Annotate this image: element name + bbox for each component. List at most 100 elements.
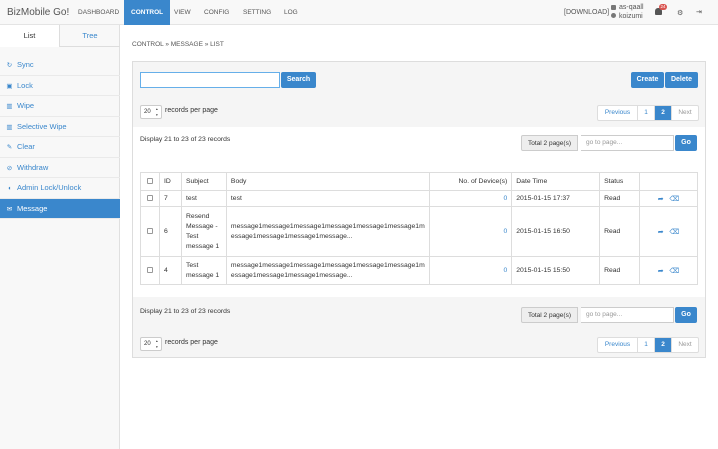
row-actions: ➦ ⌫: [639, 256, 698, 285]
shield-icon: ◖: [7, 185, 12, 192]
table-row[interactable]: 7 test test 0 2015-01-15 17:37 Read ➦ ⌫: [140, 190, 698, 207]
sidebar-item-sync[interactable]: ↻ Sync: [0, 55, 120, 76]
nav-log[interactable]: LOG: [277, 0, 305, 25]
col-id[interactable]: ID: [158, 172, 182, 191]
user-icon: [611, 13, 616, 19]
select-all-checkbox[interactable]: [146, 177, 153, 184]
cell-devices[interactable]: 0: [429, 206, 513, 257]
trash-icon[interactable]: ⌫: [669, 229, 679, 236]
download-link[interactable]: [DOWNLOAD]: [564, 0, 609, 25]
brand-logo[interactable]: BizMobile Go!: [7, 7, 69, 18]
sync-icon: ↻: [6, 62, 13, 69]
row-checkbox[interactable]: [146, 266, 153, 273]
pagination-next[interactable]: Next: [672, 338, 698, 352]
delete-button[interactable]: Delete: [665, 72, 698, 88]
create-button[interactable]: Create: [631, 72, 664, 88]
col-devices[interactable]: No. of Device(s): [429, 172, 513, 191]
trash-icon: ▥: [6, 103, 13, 110]
cell-id: 6: [158, 206, 182, 257]
cell-devices[interactable]: 0: [429, 256, 513, 285]
trash-icon[interactable]: ⌫: [669, 268, 679, 275]
cell-datetime: 2015-01-15 17:37: [511, 190, 601, 207]
go-button-top[interactable]: Go: [675, 135, 697, 151]
sidebar-item-label: Admin Lock/Unlock: [17, 183, 82, 192]
sidebar-item-label: Message: [17, 203, 48, 213]
sidebar-tabs: List Tree: [0, 25, 120, 47]
cell-datetime: 2015-01-15 16:50: [511, 206, 601, 257]
sidebar-item-label: Lock: [17, 80, 33, 90]
top-navbar: BizMobile Go! DASHBOARD CONTROL VIEW CON…: [0, 0, 718, 25]
per-page-label-bottom: records per page: [165, 339, 218, 346]
message-table: ID Subject Body No. of Device(s) Date Ti…: [140, 172, 698, 285]
pagination-previous[interactable]: Previous: [598, 106, 638, 120]
cell-subject: test: [180, 190, 227, 207]
tab-list[interactable]: List: [0, 25, 60, 47]
pagination-page-1[interactable]: 1: [638, 338, 655, 352]
tab-tree[interactable]: Tree: [60, 25, 120, 47]
resend-icon[interactable]: ➦: [658, 229, 664, 236]
per-page-select[interactable]: 20: [140, 105, 162, 119]
goto-page-input-bottom[interactable]: go to page...: [581, 307, 674, 323]
sidebar-item-label: Clear: [17, 142, 35, 151]
row-actions: ➦ ⌫: [639, 190, 698, 207]
breadcrumb: CONTROL » MESSAGE » LIST: [132, 41, 224, 48]
resend-icon[interactable]: ➦: [658, 268, 664, 275]
cell-subject: Test message 1: [180, 256, 227, 285]
logout-icon[interactable]: ⇥: [696, 9, 702, 16]
go-button-bottom[interactable]: Go: [675, 307, 697, 323]
row-checkbox[interactable]: [146, 194, 153, 201]
nav-setting[interactable]: SETTING: [236, 0, 278, 25]
col-status[interactable]: Status: [599, 172, 641, 191]
cell-status: Read: [599, 256, 641, 285]
building-icon: [611, 4, 616, 10]
cell-subject: Resend Message - Test message 1: [180, 206, 227, 257]
sidebar-item-withdraw[interactable]: ⊘ Withdraw: [0, 158, 120, 178]
envelope-icon: ✉: [6, 205, 13, 213]
cell-body: test: [225, 190, 431, 207]
sidebar-item-lock[interactable]: ▣ Lock: [0, 76, 120, 96]
nav-view[interactable]: VIEW: [167, 0, 198, 25]
cell-status: Read: [599, 190, 641, 207]
col-actions: [639, 172, 698, 191]
row-checkbox[interactable]: [146, 227, 153, 234]
cell-id: 4: [158, 256, 182, 285]
table-row[interactable]: 4 Test message 1 message1message1message…: [140, 256, 698, 285]
ban-icon: ⊘: [6, 164, 13, 172]
cell-body: message1message1message1message1message1…: [225, 256, 431, 285]
sidebar-item-label: Selective Wipe: [17, 121, 67, 131]
per-page-select-bottom[interactable]: 20: [140, 337, 162, 351]
sidebar-item-message[interactable]: ✉ Message: [0, 198, 120, 219]
pagination-page-1[interactable]: 1: [638, 106, 655, 120]
table-header-row: ID Subject Body No. of Device(s) Date Ti…: [140, 172, 698, 191]
user-menu[interactable]: as-qaall koizumi: [611, 4, 644, 21]
sidebar-item-selective-wipe[interactable]: ▥ Selective Wipe: [0, 117, 120, 137]
sidebar-item-admin-lock-unlock[interactable]: ◖ Admin Lock/Unlock: [0, 178, 120, 199]
sidebar-menu: ↻ Sync ▣ Lock ▥ Wipe ▥ Selective Wipe ✎ Clear ⊘ Wit…: [0, 55, 120, 219]
goto-page-input-top[interactable]: go to page...: [581, 135, 674, 151]
nav-config[interactable]: CONFIG: [197, 0, 236, 25]
cell-devices[interactable]: 0: [429, 190, 513, 207]
col-datetime[interactable]: Date Time: [511, 172, 601, 191]
pagination-next[interactable]: Next: [672, 106, 698, 120]
search-button[interactable]: Search: [281, 72, 316, 88]
table-row[interactable]: 6 Resend Message - Test message 1 messag…: [140, 206, 698, 257]
sidebar-item-wipe[interactable]: ▥ Wipe: [0, 96, 120, 117]
col-subject[interactable]: Subject: [180, 172, 227, 191]
sidebar-item-clear[interactable]: ✎ Clear: [0, 137, 120, 158]
pagination-page-2[interactable]: 2: [655, 106, 672, 120]
nav-dashboard[interactable]: DASHBOARD: [71, 0, 126, 25]
trash-icon: ▥: [6, 123, 13, 131]
sidebar: List Tree ↻ Sync ▣ Lock ▥ Wipe ▥ Selective Wipe…: [0, 25, 120, 449]
gear-icon[interactable]: ⚙: [677, 10, 683, 17]
resend-icon[interactable]: ➦: [658, 196, 664, 203]
pagination-page-2[interactable]: 2: [655, 338, 672, 352]
col-body[interactable]: Body: [225, 172, 431, 191]
cell-id: 7: [158, 190, 182, 207]
trash-icon[interactable]: ⌫: [669, 196, 679, 203]
cell-status: Read: [599, 206, 641, 257]
pagination-previous[interactable]: Previous: [598, 338, 638, 352]
sidebar-item-label: Withdraw: [17, 162, 49, 172]
user-name: koizumi: [619, 12, 643, 20]
nav-control[interactable]: CONTROL: [124, 0, 171, 25]
search-input[interactable]: [140, 72, 280, 88]
